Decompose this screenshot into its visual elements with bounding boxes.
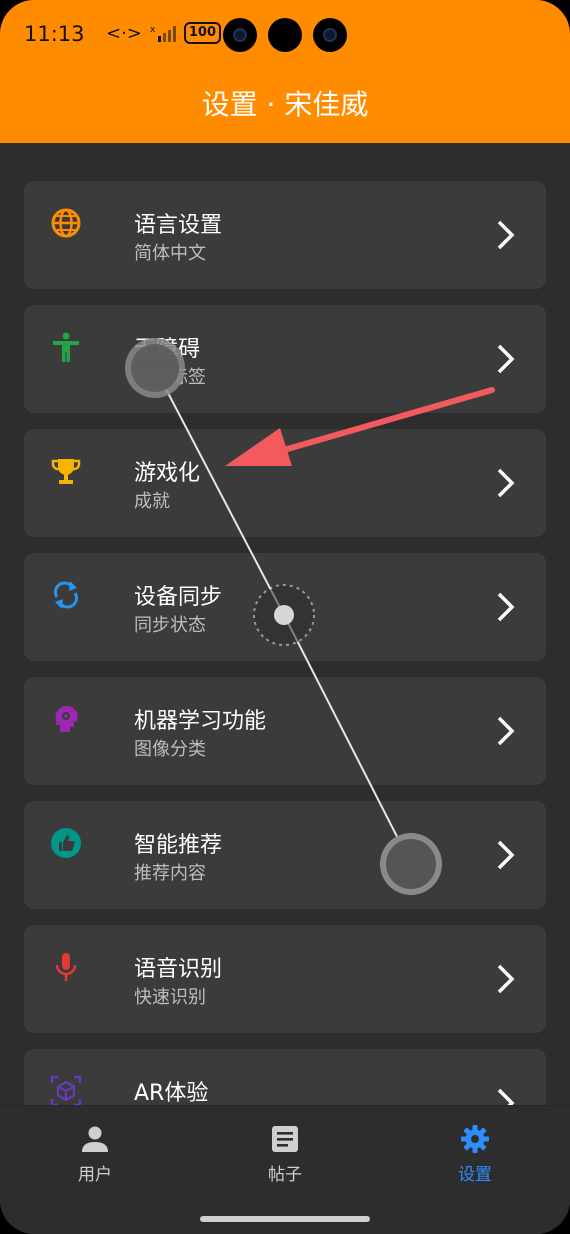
bottom-tab-bar: 用户 帖子 设置: [0, 1105, 570, 1234]
setting-subtitle: 同步状态: [134, 615, 206, 636]
setting-subtitle: 图像分类: [134, 739, 206, 760]
setting-label: 智能推荐: [134, 833, 223, 858]
setting-label: 语音识别: [134, 957, 223, 982]
trophy-icon: [51, 459, 81, 484]
signal-icon: x: [150, 25, 176, 42]
chevron-right-icon: [497, 220, 515, 250]
phone-screen: 11:13 <·> x 100 设置 · 宋佳威 语言设置 简体中文 无障碍 语…: [0, 0, 570, 1234]
page-title: 设置 · 宋佳威: [201, 88, 369, 121]
chevron-right-icon: [497, 840, 515, 870]
chevron-right-icon: [497, 716, 515, 746]
tab-label: 设置: [458, 1165, 492, 1185]
data-transfer-icon: <·>: [106, 22, 142, 44]
setting-item-smart-recommend[interactable]: 智能推荐 推荐内容: [24, 801, 546, 909]
battery-icon: 100: [183, 22, 222, 44]
setting-label: 语言设置: [134, 213, 223, 238]
camera-lens-icon: [223, 18, 257, 52]
setting-item-language[interactable]: 语言设置 简体中文: [24, 181, 546, 289]
setting-subtitle: 推荐内容: [134, 863, 206, 884]
setting-subtitle: 简体中文: [134, 243, 206, 264]
setting-label: 机器学习功能: [134, 709, 267, 734]
globe-icon: [51, 208, 81, 238]
svg-text:x: x: [150, 25, 156, 35]
settings-list[interactable]: 语言设置 简体中文 无障碍 语义标签 游戏化 成就 设备同步 同步状态 机器学习…: [0, 143, 570, 1105]
chevron-right-icon: [497, 344, 515, 374]
microphone-icon: [55, 953, 77, 981]
chevron-right-icon: [497, 468, 515, 498]
setting-item-ar[interactable]: AR体验: [24, 1049, 546, 1105]
setting-label: 游戏化: [134, 461, 201, 486]
setting-item-gamification[interactable]: 游戏化 成就: [24, 429, 546, 537]
status-time: 11:13: [24, 22, 85, 46]
setting-item-machine-learning[interactable]: 机器学习功能 图像分类: [24, 677, 546, 785]
article-icon: [272, 1126, 298, 1152]
thumb-up-icon: [51, 828, 81, 858]
chevron-right-icon: [497, 592, 515, 622]
chevron-right-icon: [497, 964, 515, 994]
status-icons: <·> x 100: [106, 22, 222, 44]
setting-item-voice-recognition[interactable]: 语音识别 快速识别: [24, 925, 546, 1033]
setting-label: 设备同步: [134, 585, 223, 610]
setting-label: 无障碍: [134, 337, 201, 362]
brain-icon: [55, 705, 78, 732]
setting-subtitle: 语义标签: [134, 367, 206, 388]
ar-cube-icon: [50, 1075, 82, 1105]
camera-lens-icon: [313, 18, 347, 52]
tab-label: 帖子: [268, 1165, 302, 1185]
camera-lens-icon: [268, 18, 302, 52]
sync-icon: [54, 581, 78, 609]
gear-icon: [461, 1125, 489, 1153]
tab-users[interactable]: 用户: [35, 1124, 155, 1185]
chevron-right-icon: [497, 1088, 515, 1105]
person-icon: [82, 1126, 108, 1152]
setting-subtitle: 成就: [134, 491, 170, 512]
setting-item-accessibility[interactable]: 无障碍 语义标签: [24, 305, 546, 413]
tab-posts[interactable]: 帖子: [225, 1124, 345, 1185]
setting-item-device-sync[interactable]: 设备同步 同步状态: [24, 553, 546, 661]
setting-label: AR体验: [134, 1081, 209, 1105]
accessibility-icon: [53, 332, 79, 362]
tab-settings[interactable]: 设置: [415, 1124, 535, 1185]
tab-label: 用户: [78, 1165, 112, 1185]
setting-subtitle: 快速识别: [134, 987, 206, 1008]
home-indicator: [200, 1216, 370, 1222]
app-header: 11:13 <·> x 100 设置 · 宋佳威: [0, 0, 570, 143]
